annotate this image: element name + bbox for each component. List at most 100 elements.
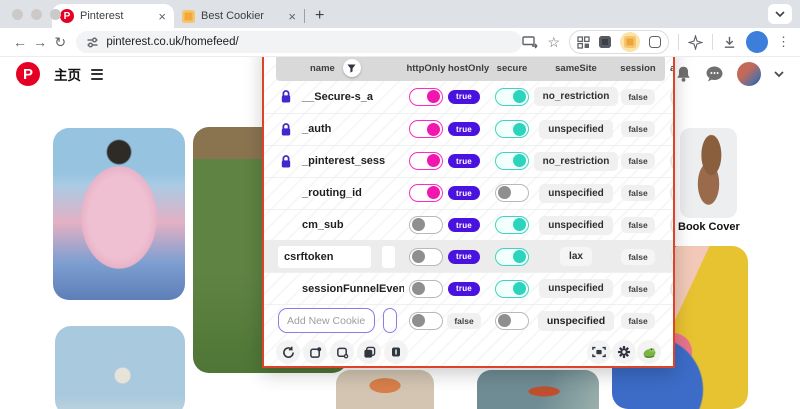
lock-icon [264, 114, 300, 145]
address-bar[interactable]: pinterest.co.uk/homefeed/ [76, 31, 522, 53]
settings-gear-icon[interactable] [612, 340, 636, 364]
toolbar-divider [712, 34, 713, 50]
row-action-button[interactable] [670, 150, 675, 172]
httponly-toggle[interactable] [409, 312, 443, 330]
hostonly-badge: true [448, 186, 480, 200]
cookie-row-editing[interactable]: true lax false [264, 240, 673, 272]
tab-best-cookier[interactable]: Best Cookier × [174, 4, 304, 28]
add-cookie-value-input[interactable] [383, 308, 397, 333]
pin-card-book-cover[interactable] [680, 128, 737, 218]
secure-toggle[interactable] [495, 152, 529, 170]
user-avatar[interactable] [737, 62, 761, 86]
cookie-row[interactable]: _routing_id true unspecified false [264, 177, 673, 209]
add-cookie-row[interactable]: false unspecified false [264, 304, 673, 336]
httponly-toggle[interactable] [409, 216, 443, 234]
menu-kebab-icon[interactable]: ⋮ [777, 34, 790, 50]
httponly-toggle[interactable] [409, 184, 443, 202]
toolbar-divider [678, 34, 679, 50]
cookie-row[interactable]: _pinterest_sess true no_restriction fals… [264, 145, 673, 177]
send-to-devices-icon[interactable] [522, 35, 538, 49]
cookie-row[interactable]: _auth true unspecified false [264, 113, 673, 145]
tab-close-icon[interactable]: × [288, 10, 296, 23]
cookie-value-input[interactable] [382, 246, 395, 268]
pin-card-sitting-girl[interactable] [55, 326, 185, 409]
copy-icon[interactable] [357, 340, 381, 364]
samesite-value[interactable]: unspecified [539, 184, 613, 203]
window-controls[interactable] [12, 9, 61, 20]
messages-chat-icon[interactable] [705, 65, 724, 83]
samesite-value[interactable]: unspecified [539, 279, 613, 298]
secure-toggle[interactable] [495, 184, 529, 202]
dark-extension-icon[interactable] [599, 36, 611, 48]
session-value: false [621, 153, 654, 169]
secure-toggle[interactable] [495, 248, 529, 266]
httponly-toggle[interactable] [409, 120, 443, 138]
hostonly-badge: true [448, 154, 480, 168]
refresh-icon[interactable] [276, 340, 300, 364]
httponly-toggle[interactable] [409, 88, 443, 106]
samesite-value[interactable]: lax [560, 247, 592, 266]
httponly-toggle[interactable] [409, 280, 443, 298]
cookie-row[interactable]: sessionFunnelEventLo true unspecified fa… [264, 272, 673, 304]
secure-toggle[interactable] [495, 88, 529, 106]
bookmark-star-icon[interactable]: ☆ [547, 34, 560, 51]
pinterest-logo-icon[interactable]: P [16, 62, 40, 86]
menu-hamburger-icon[interactable] [91, 69, 103, 80]
new-tab-button[interactable]: + [309, 7, 330, 25]
tab-strip-chevron-icon[interactable] [768, 4, 792, 24]
chevron-down-icon[interactable] [774, 71, 784, 78]
row-action-button[interactable] [670, 278, 675, 300]
pin-card-flower-girl[interactable] [53, 128, 185, 300]
sidepanel-extension-icon[interactable] [649, 36, 661, 48]
cookier-extension-active-icon[interactable] [620, 32, 640, 52]
expand-frame-icon[interactable] [587, 340, 611, 364]
add-cookie-name-input[interactable] [278, 308, 375, 333]
forward-icon[interactable]: → [30, 34, 50, 50]
notifications-bell-icon[interactable] [675, 65, 692, 83]
secure-toggle[interactable] [495, 120, 529, 138]
row-action-button[interactable] [670, 246, 675, 268]
filter-icon[interactable] [343, 59, 361, 77]
column-name: name [310, 63, 335, 74]
site-settings-icon[interactable] [86, 36, 99, 49]
lock-icon [264, 81, 300, 113]
session-value: false [621, 89, 654, 105]
samesite-value[interactable]: unspecified [539, 216, 613, 235]
reload-icon[interactable]: ↻ [50, 34, 70, 51]
tab-pinterest[interactable]: P Pinterest × [52, 4, 174, 28]
secure-toggle[interactable] [495, 280, 529, 298]
cookie-name: sessionFunnelEventLo [300, 273, 404, 304]
pin-card-collage[interactable] [336, 370, 434, 409]
row-action-button[interactable] [670, 118, 675, 140]
httponly-toggle[interactable] [409, 152, 443, 170]
row-action-button[interactable] [670, 86, 675, 108]
secure-toggle[interactable] [495, 216, 529, 234]
cookie-name-input[interactable] [278, 246, 371, 268]
cookie-row[interactable]: cm_sub true unspecified false [264, 209, 673, 241]
row-action-button[interactable] [670, 182, 675, 204]
secure-toggle[interactable] [495, 312, 529, 330]
samesite-value[interactable]: unspecified [538, 311, 614, 331]
profile-avatar[interactable] [746, 31, 768, 53]
mascot-icon[interactable] [637, 340, 661, 364]
row-action-button[interactable] [670, 214, 675, 236]
export-icon[interactable] [330, 340, 354, 364]
delete-icon[interactable] [384, 340, 408, 364]
samesite-value[interactable]: unspecified [539, 120, 613, 139]
tab-close-icon[interactable]: × [158, 10, 166, 23]
column-secure: secure [480, 63, 544, 74]
grid-extension-icon[interactable] [577, 36, 590, 49]
samesite-value[interactable]: no_restriction [534, 87, 619, 106]
window-minimize-button[interactable] [31, 9, 42, 20]
pin-card-mountain[interactable] [477, 370, 599, 409]
import-icon[interactable] [303, 340, 327, 364]
home-nav-label[interactable]: 主页 [54, 64, 81, 84]
samesite-value[interactable]: no_restriction [534, 152, 619, 171]
httponly-toggle[interactable] [409, 248, 443, 266]
sparkle-icon[interactable] [688, 35, 703, 50]
back-icon[interactable]: ← [10, 34, 30, 50]
downloads-icon[interactable] [722, 35, 737, 50]
window-zoom-button[interactable] [50, 9, 61, 20]
window-close-button[interactable] [12, 9, 23, 20]
cookie-row[interactable]: __Secure-s_a true no_restriction false [264, 81, 673, 113]
